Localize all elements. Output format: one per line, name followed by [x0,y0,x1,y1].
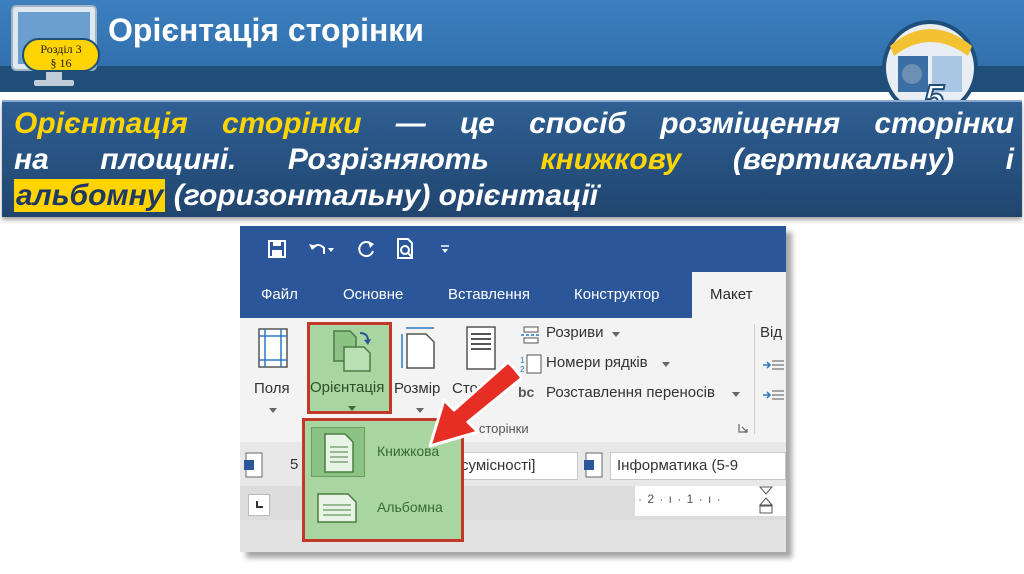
landscape-label: Альбомна [377,499,443,515]
portrait-term: книжкову [540,143,682,176]
word-doc-icon-2 [584,452,603,478]
orientation-label: Орієнтація [310,379,385,396]
hyphenation-label[interactable]: Розставлення переносів [546,384,715,401]
orientation-caret [348,406,356,411]
tab-layout[interactable]: Макет [692,272,786,318]
breaks-label[interactable]: Розриви [546,324,603,341]
margins-icon[interactable] [258,328,288,368]
ruler-scale: · 2 · ı · 1 · ı · [638,492,722,506]
orientation-button[interactable]: Орієнтація [307,322,392,414]
definition-text: Орієнтація сторінки — це спосіб розміщен… [14,106,1014,214]
badge-paragraph: § 16 [50,56,72,70]
word-screenshot: Файл Основне Вставлення Конструктор Маке… [240,226,786,552]
print-preview-icon[interactable] [396,238,416,260]
definition-line-1: Орієнтація сторінки — це спосіб розміщен… [14,106,1014,142]
pointer-arrow-icon [428,360,522,448]
document-field-2[interactable]: сумісності] [454,452,578,480]
definition-part-1: — це спосіб розміщення сторінки [361,107,1014,140]
dialog-launcher-icon[interactable] [738,423,748,433]
indent-label: Від [760,324,783,341]
quick-access-toolbar [240,226,786,272]
tab-file[interactable]: Файл [251,272,308,318]
breaks-caret [612,332,620,337]
word-doc-icon [244,452,263,478]
definition-part-2: на площині. Розрізняють [14,143,541,176]
definition-part-4: (горизонтальну) орієнтації [165,179,599,212]
undo-icon[interactable] [308,240,334,258]
tab-selector[interactable] [248,494,270,516]
orientation-icon [333,330,371,372]
redo-icon[interactable] [358,240,376,258]
definition-term: Орієнтація сторінки [14,107,362,140]
badge-section: Розділ 3 [40,42,82,56]
portrait-page-icon [324,433,354,473]
tab-stop-icon [256,501,263,508]
indent-marker-icon[interactable] [758,486,774,516]
margins-label[interactable]: Поля [254,380,290,397]
line-numbers-caret [662,362,670,367]
save-icon[interactable] [268,240,286,258]
section-badge: Розділ 3 § 16 [22,38,100,72]
definition-line-2: на площині. Розрізняють книжкову (вертик… [14,142,1014,178]
landscape-icon-box [311,483,365,533]
document-field-3[interactable]: Інформатика (5-9 [610,452,786,480]
line-numbers-label[interactable]: Номери рядків [546,354,648,371]
tab-home[interactable]: Основне [333,272,413,318]
indent-right-icon[interactable] [762,388,784,402]
page-title: Орієнтація сторінки [108,12,424,48]
portrait-icon-box [311,427,365,477]
customize-toolbar-icon[interactable] [440,244,450,254]
breaks-icon[interactable] [520,326,542,344]
definition-line-3: альбомну (горизонтальну) орієнтації [14,178,1014,214]
landscape-term: альбомну [14,179,166,212]
group-divider [754,324,755,434]
hyphenation-caret [732,392,740,397]
tab-design[interactable]: Конструктор [564,272,670,318]
margins-caret [269,408,277,413]
landscape-page-icon [317,493,357,523]
definition-box: Орієнтація сторінки — це спосіб розміщен… [2,100,1022,217]
indent-left-icon[interactable] [762,358,784,372]
orientation-landscape-item[interactable]: Альбомна [311,483,461,533]
line-numbers-icon[interactable]: 1 2 [520,354,542,374]
definition-part-3: (вертикальну) і [681,143,1014,176]
tab-insert[interactable]: Вставлення [438,272,540,318]
ribbon-tabs: Файл Основне Вставлення Конструктор Маке… [240,272,786,318]
